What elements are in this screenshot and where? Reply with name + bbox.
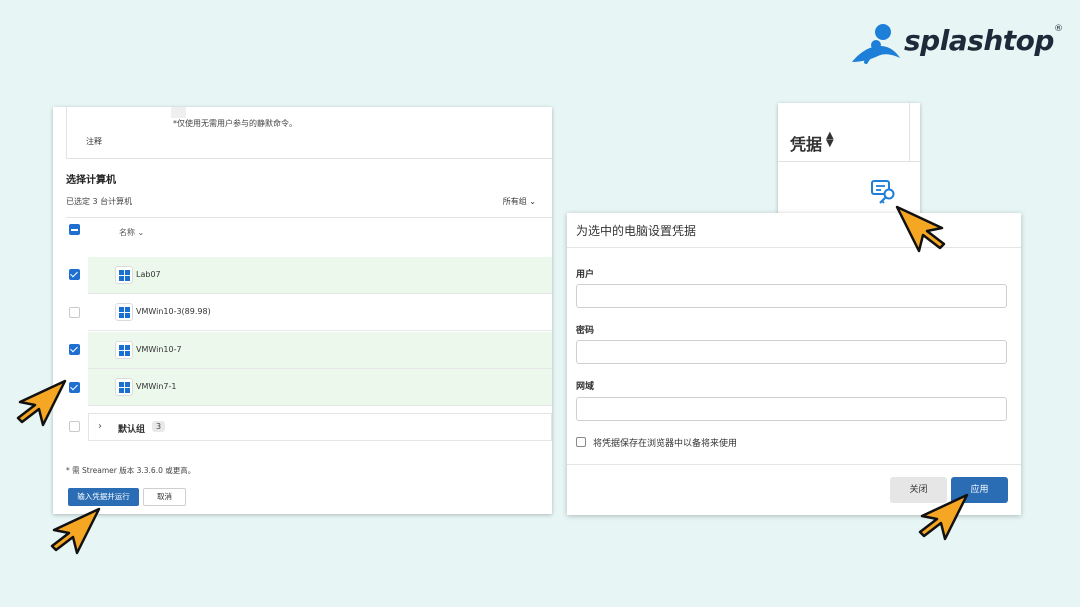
- row-checkbox-lab07[interactable]: [69, 269, 80, 280]
- computer-name: Lab07: [136, 270, 161, 279]
- row-checkbox-vmwin10-3[interactable]: [69, 307, 80, 318]
- user-input[interactable]: [576, 284, 1007, 308]
- windows-icon: [115, 303, 133, 321]
- cursor-pointer-icon: [50, 507, 101, 555]
- chevron-right-icon[interactable]: ›: [98, 421, 102, 432]
- cursor-pointer-icon: [918, 493, 969, 541]
- groups-dropdown[interactable]: 所有组 ⌄: [503, 196, 536, 207]
- group-checkbox[interactable]: [69, 421, 80, 432]
- cursor-pointer-icon: [16, 379, 67, 427]
- sort-icon[interactable]: ▲ ▼: [826, 131, 834, 149]
- row-checkbox-vmwin10-7[interactable]: [69, 344, 80, 355]
- set-credentials-dialog: 为选中的电脑设置凭据 用户 密码 网域 将凭据保存在浏览器中以备将来使用 关闭 …: [567, 213, 1021, 515]
- splashtop-logo: splashtop®: [850, 22, 1063, 66]
- requirement-note: * 需 Streamer 版本 3.3.6.0 或更高。: [66, 466, 196, 475]
- splashtop-logo-icon: [852, 24, 900, 64]
- chevron-down-icon: ⌄: [529, 197, 536, 206]
- computer-name: VMWin10-3(89.98): [136, 307, 211, 316]
- windows-icon: [115, 341, 133, 359]
- select-all-checkbox[interactable]: [69, 224, 80, 235]
- notes-hint: *仅使用无需用户参与的静默命令。: [173, 119, 297, 128]
- group-row[interactable]: › 默认组 3: [88, 413, 552, 441]
- cancel-button[interactable]: 取消: [143, 488, 186, 506]
- divider: [66, 217, 552, 218]
- group-label: 默认组: [118, 425, 146, 435]
- selected-count: 已选定 3 台计算机: [66, 197, 133, 206]
- credential-key-icon[interactable]: [870, 178, 898, 206]
- table-row[interactable]: VMWin10-3(89.98): [88, 294, 552, 331]
- logo-wordmark: splashtop®: [904, 24, 1063, 57]
- domain-input[interactable]: [576, 397, 1007, 421]
- chevron-down-icon: ⌄: [137, 228, 145, 237]
- notes-label: 注释: [86, 137, 102, 146]
- divider: [567, 247, 1021, 248]
- computer-name: VMWin10-7: [136, 345, 182, 354]
- section-title: 选择计算机: [66, 175, 116, 186]
- row-checkbox-vmwin7-1[interactable]: [69, 382, 80, 393]
- domain-label: 网域: [576, 382, 595, 392]
- name-column-header[interactable]: 名称 ⌄: [119, 227, 144, 238]
- credentials-column-label: 凭据: [790, 135, 823, 154]
- column-divider: [909, 103, 910, 162]
- table-row[interactable]: VMWin10-7: [88, 332, 552, 369]
- cursor-pointer-icon: [895, 205, 946, 253]
- computer-name: VMWin7-1: [136, 382, 177, 391]
- notes-section: *仅使用无需用户参与的静默命令。 注释: [66, 107, 552, 159]
- divider: [567, 464, 1021, 465]
- save-credentials-label[interactable]: 将凭据保存在浏览器中以备将来使用: [593, 436, 737, 449]
- table-row[interactable]: Lab07: [88, 257, 552, 294]
- enter-credentials-run-button[interactable]: 输入凭据并运行: [68, 488, 139, 506]
- password-input[interactable]: [576, 340, 1007, 364]
- group-count-badge: 3: [152, 421, 166, 432]
- notes-scroll-area: [171, 107, 186, 118]
- password-label: 密码: [576, 326, 595, 336]
- table-row[interactable]: VMWin7-1: [88, 369, 552, 406]
- user-label: 用户: [576, 270, 595, 280]
- dialog-title: 为选中的电脑设置凭据: [576, 224, 697, 238]
- credentials-header[interactable]: 凭据 ▲ ▼: [778, 103, 920, 162]
- windows-icon: [115, 378, 133, 396]
- save-credentials-checkbox[interactable]: [576, 437, 586, 447]
- select-computers-panel: *仅使用无需用户参与的静默命令。 注释 选择计算机 已选定 3 台计算机 所有组…: [53, 107, 552, 514]
- windows-icon: [115, 266, 133, 284]
